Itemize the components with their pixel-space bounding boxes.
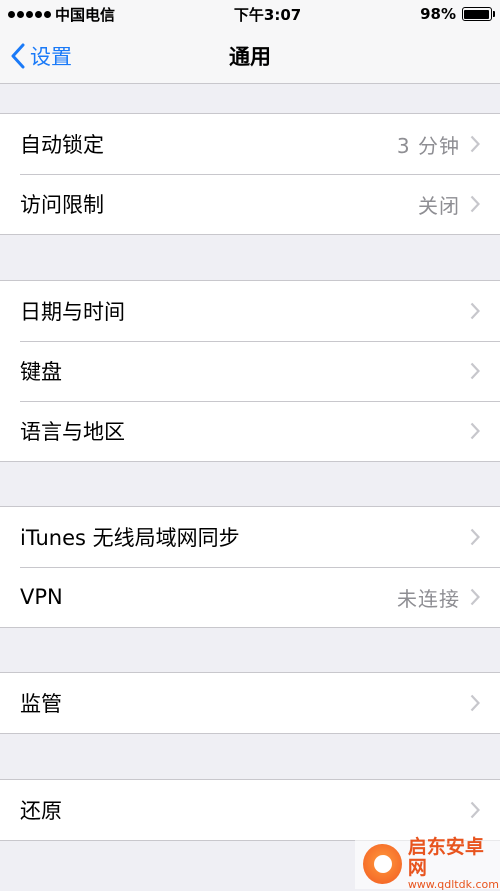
page-title: 通用 [0,28,500,84]
row-vpn[interactable]: VPN 未连接 [0,567,500,627]
carrier-name: 中国电信 [55,4,115,25]
row-label: 监管 [20,688,470,718]
row-date-time[interactable]: 日期与时间 [0,281,500,341]
watermark-logo-icon [363,844,402,884]
row-auto-lock[interactable]: 自动锁定 3 分钟 [0,114,500,174]
battery-icon [462,7,492,21]
status-left: 中国电信 [8,4,115,25]
chevron-right-icon [470,422,480,440]
row-label: 日期与时间 [20,296,470,326]
row-restrictions[interactable]: 访问限制 关闭 [0,174,500,234]
row-reset[interactable]: 还原 [0,780,500,840]
watermark: 启东安卓网 www.qdltdk.com [355,839,500,889]
row-supervision[interactable]: 监管 [0,673,500,733]
status-bar: 中国电信 下午3:07 98% [0,0,500,28]
row-label: 语言与地区 [20,416,470,446]
signal-strength-icon [8,11,51,18]
watermark-text: 启东安卓网 www.qdltdk.com [408,837,500,891]
row-itunes-wifi-sync[interactable]: iTunes 无线局域网同步 [0,507,500,567]
status-time: 下午3:07 [234,4,301,25]
chevron-right-icon [470,588,480,606]
row-keyboard[interactable]: 键盘 [0,341,500,401]
row-value: 未连接 [397,583,460,612]
chevron-right-icon [470,302,480,320]
chevron-right-icon [470,528,480,546]
row-value: 3 分钟 [397,130,460,159]
watermark-url: www.qdltdk.com [408,879,500,891]
row-label: 访问限制 [20,189,418,219]
chevron-right-icon [470,195,480,213]
battery-level-fill [464,10,489,19]
row-label: iTunes 无线局域网同步 [20,522,470,552]
chevron-right-icon [470,801,480,819]
watermark-name: 启东安卓网 [408,837,500,879]
row-value: 关闭 [418,190,460,219]
settings-group-network: iTunes 无线局域网同步 VPN 未连接 [0,506,500,628]
row-label: 还原 [20,795,470,825]
chevron-right-icon [470,362,480,380]
row-label: 自动锁定 [20,129,397,159]
settings-group-supervision: 监管 [0,672,500,734]
battery-percent: 98% [420,5,456,23]
status-right: 98% [420,5,492,23]
settings-group-reset: 还原 [0,779,500,841]
settings-group-locale: 日期与时间 键盘 语言与地区 [0,280,500,462]
chevron-right-icon [470,694,480,712]
navigation-bar: 设置 通用 [0,28,500,84]
row-label: VPN [20,585,397,609]
row-label: 键盘 [20,356,470,386]
settings-group-lock: 自动锁定 3 分钟 访问限制 关闭 [0,113,500,235]
row-language-region[interactable]: 语言与地区 [0,401,500,461]
chevron-right-icon [470,135,480,153]
